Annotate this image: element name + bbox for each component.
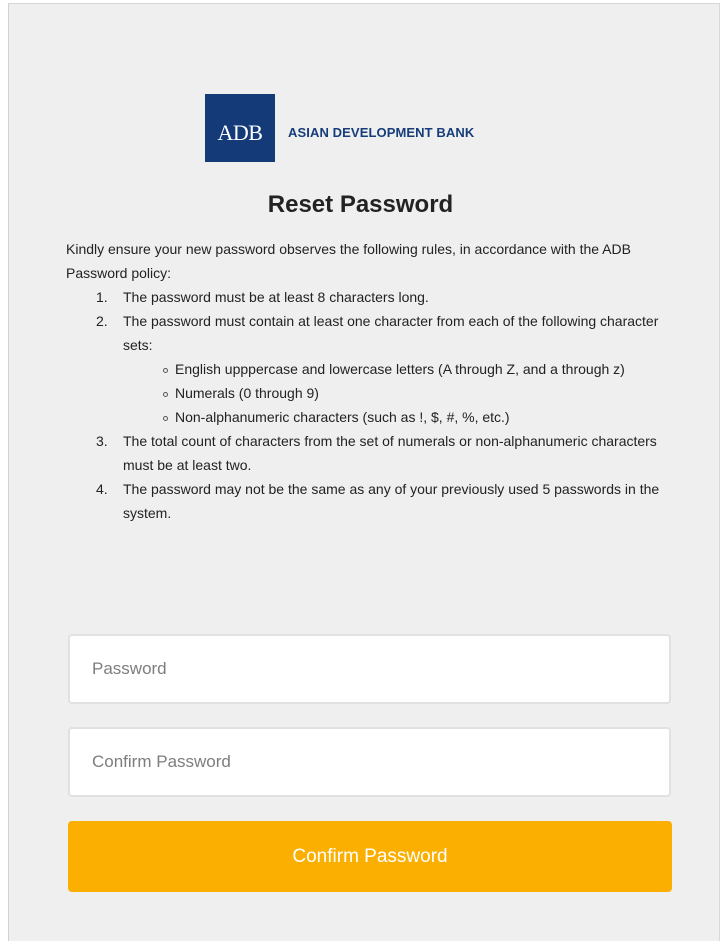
hollow-circle-bullet-icon [163,392,168,397]
adb-logo: ADB ASIAN DEVELOPMENT BANK [205,94,474,162]
character-set-item: English upppercase and lowercase letters… [163,357,666,381]
rules-list: 1. The password must be at least 8 chara… [66,285,666,525]
rule-text: The password must be at least 8 characte… [123,289,429,305]
adb-logo-mark: ADB [205,94,275,162]
character-set-text: Non-alphanumeric characters (such as !, … [175,409,510,425]
rule-item-3: 3. The total count of characters from th… [96,429,666,477]
rule-number: 3. [96,433,108,449]
character-set-item: Numerals (0 through 9) [163,381,666,405]
adb-logo-name: ASIAN DEVELOPMENT BANK [288,124,475,140]
rule-text: The total count of characters from the s… [123,433,657,473]
character-set-item: Non-alphanumeric characters (such as !, … [163,405,666,429]
character-set-text: Numerals (0 through 9) [175,385,319,401]
character-set-text: English upppercase and lowercase letters… [175,361,625,377]
password-input[interactable] [68,634,671,704]
confirm-password-input[interactable] [68,727,671,797]
rule-number: 2. [96,313,108,329]
rule-item-1: 1. The password must be at least 8 chara… [96,285,666,309]
hollow-circle-bullet-icon [163,368,168,373]
rule-item-4: 4. The password may not be the same as a… [96,477,666,525]
character-sets-list: English upppercase and lowercase letters… [123,357,666,429]
page-title: Reset Password [267,191,454,218]
rule-text: The password may not be the same as any … [123,481,660,521]
rules-intro: Kindly ensure your new password observes… [66,241,631,281]
hollow-circle-bullet-icon [163,416,168,421]
rule-number: 4. [96,481,108,497]
rule-text: The password must contain at least one c… [123,313,659,353]
rule-item-2: 2. The password must contain at least on… [96,309,666,429]
password-rules: Kindly ensure your new password observes… [66,237,666,525]
confirm-password-button[interactable]: Confirm Password [68,821,672,892]
rule-number: 1. [96,289,108,305]
